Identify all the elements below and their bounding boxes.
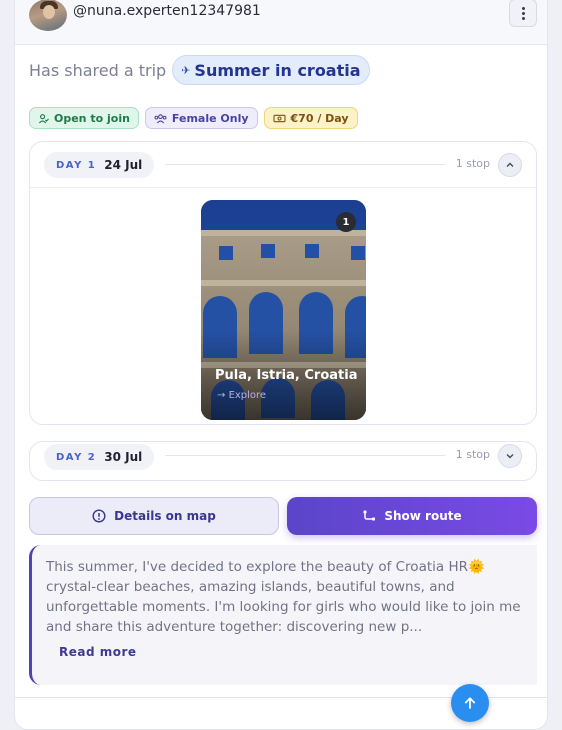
username[interactable]: @nuna.experten12347981	[73, 3, 261, 19]
day-2-date: 30 Jul	[104, 450, 143, 464]
read-more-link[interactable]: Read more	[59, 645, 137, 659]
trip-chip[interactable]: ✈ Summer in croatia	[172, 55, 370, 85]
plane-icon: ✈	[181, 63, 191, 77]
route-icon	[363, 510, 376, 521]
day-2-header[interactable]: DAY 2 30 Jul 1 stop	[30, 442, 536, 482]
chevron-up-icon[interactable]	[498, 153, 522, 177]
divider	[165, 455, 445, 456]
explore-link[interactable]: → Explore	[217, 390, 266, 401]
trip-badges: Open to join Female Only €70 / Day	[29, 107, 358, 129]
day-1-stop-count: 1 stop	[455, 157, 490, 170]
day-2-pill: DAY 2 30 Jul	[44, 444, 155, 470]
trip-name: Summer in croatia	[194, 60, 361, 80]
post-header: @nuna.experten12347981	[15, 0, 547, 45]
group-icon	[154, 113, 167, 123]
day-2-section: DAY 2 30 Jul 1 stop	[29, 441, 537, 481]
chevron-down-icon[interactable]	[498, 444, 522, 468]
scroll-to-top-button[interactable]	[451, 684, 489, 722]
day-1-pill: DAY 1 24 Jul	[44, 152, 155, 178]
stop-number-badge: 1	[336, 212, 356, 232]
info-icon	[92, 509, 106, 523]
divider	[165, 164, 445, 165]
place-name: Pula, Istria, Croatia	[215, 368, 358, 383]
budget-badge: €70 / Day	[263, 107, 358, 129]
open-to-join-badge: Open to join	[29, 107, 139, 129]
day-2-stop-count: 1 stop	[455, 448, 490, 461]
person-check-icon	[38, 113, 49, 123]
description-text: This summer, I've decided to explore the…	[46, 559, 521, 635]
shared-text: Has shared a trip	[29, 60, 167, 80]
details-on-map-button[interactable]: Details on map	[29, 497, 279, 535]
female-only-badge: Female Only	[144, 107, 258, 129]
money-icon	[272, 114, 286, 122]
shared-trip-line: Has shared a trip ✈ Summer in croatia	[29, 55, 370, 85]
arrow-up-icon	[464, 697, 476, 709]
trip-description: This summer, I've decided to explore the…	[29, 545, 537, 685]
day-1-date: 24 Jul	[104, 158, 143, 172]
show-route-button[interactable]: Show route	[287, 497, 537, 535]
day-1-section: DAY 1 24 Jul 1 stop 1 Pula, Istria, Croa…	[29, 141, 537, 425]
place-card[interactable]: 1 Pula, Istria, Croatia → Explore	[201, 200, 366, 420]
more-options-button[interactable]	[509, 0, 537, 27]
avatar[interactable]	[29, 0, 67, 31]
day-1-header[interactable]: DAY 1 24 Jul 1 stop	[30, 142, 536, 188]
trip-post-card: @nuna.experten12347981 Has shared a trip…	[14, 0, 548, 730]
